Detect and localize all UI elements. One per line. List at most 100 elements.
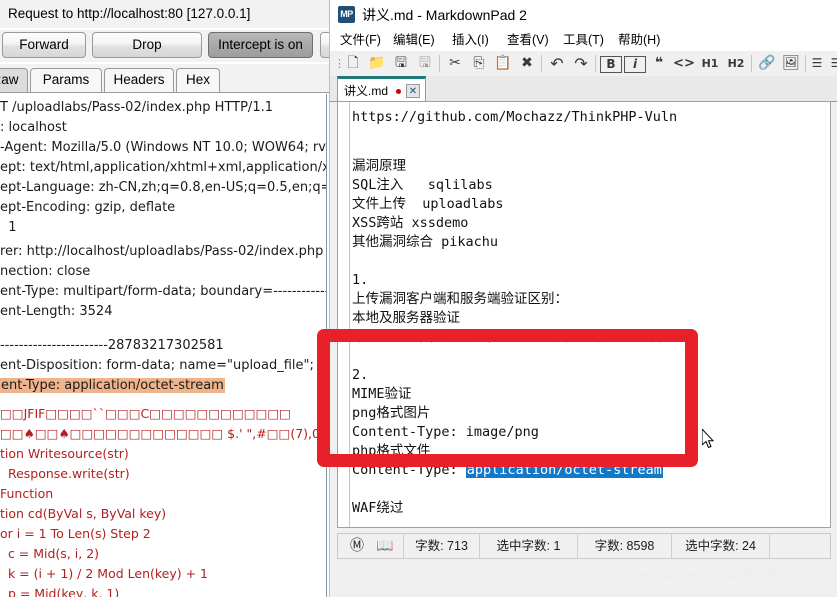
bold-icon[interactable]: B — [600, 56, 622, 73]
editor-line: 本地验证返回时间极短，可通过源代码查看到过滤代码 — [352, 329, 676, 345]
heading-1-icon[interactable]: H1 — [699, 53, 721, 74]
drop-button[interactable]: Drop — [92, 32, 202, 58]
editor-line: MIME验证 — [352, 386, 412, 402]
request-line: ent-Type: multipart/form-data; boundary=… — [0, 284, 326, 299]
editor-line: https://github.com/Mochazz/ThinkPHP-Vuln — [352, 109, 678, 125]
editor-line: 文件上传 uploadlabs — [352, 196, 504, 212]
toolbar-separator — [595, 55, 596, 72]
menu-bar: 文件(F) 编辑(E) 插入(I) 查看(V) 工具(T) 帮助(H) — [330, 30, 837, 52]
redo-arrow-icon[interactable]: ↷ — [570, 53, 592, 74]
request-line: ept-Language: zh-CN,zh;q=0.8,en-US;q=0.5… — [0, 180, 327, 195]
burp-raw-request-editor[interactable]: T /uploadlabs/Pass-02/index.php HTTP/1.1… — [0, 94, 327, 597]
document-tab-label: 讲义.md — [344, 84, 389, 98]
save-disk-icon[interactable]: 🖫 — [390, 53, 412, 74]
status-selected-count-preview: 选中字数: 24 — [672, 534, 770, 558]
tab-hex[interactable]: Hex — [176, 68, 220, 92]
heading-2-icon[interactable]: H2 — [725, 53, 747, 74]
delete-cross-icon[interactable]: ✖ — [516, 53, 538, 74]
menu-file[interactable]: 文件(F) — [340, 30, 381, 51]
status-word-count-editor: 字数: 713 — [404, 534, 480, 558]
code-brackets-icon[interactable]: <> — [673, 53, 695, 74]
request-line: ept: text/html,application/xhtml+xml,app… — [0, 160, 326, 175]
vbs-line: tion Writesource(str) — [0, 446, 129, 461]
window-title: 讲义.md - MarkdownPad 2 — [362, 7, 527, 23]
editor-line: 本地及服务器验证 — [352, 310, 460, 326]
tab-headers[interactable]: Headers — [104, 68, 174, 92]
toolbar-separator — [805, 55, 806, 72]
numbered-list-icon[interactable]: ☰ — [827, 53, 837, 74]
burp-suite-window: Request to http://localhost:80 [127.0.0.… — [0, 0, 336, 597]
close-tab-icon[interactable]: ✕ — [406, 84, 420, 98]
binary-jpeg-line: □□JFIF□□□□``□□□C□□□□□□□□□□□□ □ — [0, 406, 327, 421]
markdownpad-titlebar: MP 讲义.md - MarkdownPad 2 — [330, 0, 837, 30]
bulleted-list-icon[interactable]: ☰ — [808, 53, 826, 74]
vbs-line: p = Mid(key, k, 1) — [0, 586, 120, 597]
new-document-icon[interactable]: 🗋 — [342, 53, 364, 74]
link-chain-icon[interactable]: 🔗 — [756, 53, 778, 74]
editor-line: 上传漏洞客户端和服务端验证区别： — [352, 291, 568, 307]
binary-jpeg-line: □□♠□□♠□□□□□□□□□□□□□ $.' ",#□□(7),01444□'… — [0, 426, 326, 441]
toolbar-separator — [751, 55, 752, 72]
vbs-line: c = Mid(s, i, 2) — [0, 546, 100, 561]
editor-line: Content-Type: image/png — [352, 424, 539, 440]
vbs-line: Function — [0, 486, 54, 501]
toolbar-separator — [541, 55, 542, 72]
request-line: nection: close — [0, 264, 91, 279]
selected-text: application/octet-stream — [465, 462, 663, 478]
paste-clipboard-icon[interactable]: 📋 — [492, 53, 514, 74]
copy-icon[interactable]: ⎘ — [468, 53, 490, 74]
editor-line: 1. — [352, 272, 369, 288]
unsaved-changes-dot-icon — [396, 89, 401, 94]
tab-params[interactable]: Params — [30, 68, 102, 92]
editor-line: SQL注入 sqlilabs — [352, 177, 493, 193]
blockquote-icon[interactable]: ❝ — [649, 53, 669, 74]
italic-icon[interactable]: i — [624, 56, 646, 73]
editor-line: 2. — [352, 367, 369, 383]
request-line: -----------------------28783217302581 — [0, 338, 224, 353]
document-tab[interactable]: 讲义.md ✕ — [337, 76, 426, 101]
menu-edit[interactable]: 编辑(E) — [393, 30, 435, 51]
editor-gutter — [338, 102, 350, 527]
request-line: -Agent: Mozilla/5.0 (Windows NT 10.0; WO… — [0, 140, 326, 155]
vbs-line: tion cd(ByVal s, ByVal key) — [0, 506, 167, 521]
status-word-count-preview: 字数: 8598 — [578, 534, 672, 558]
scissors-cut-icon[interactable]: ✂ — [444, 53, 466, 74]
status-selected-count-editor: 选中字数: 1 — [480, 534, 578, 558]
vbs-line: k = (i + 1) / 2 Mod Len(key) + 1 — [0, 566, 208, 581]
request-line: ent-Length: 3524 — [0, 304, 113, 319]
toolbar-separator — [439, 55, 440, 72]
editor-line: 漏洞原理 — [352, 158, 406, 174]
highlight-span: ent-Type: application/octet-stream — [0, 378, 225, 393]
request-line: 1 — [0, 220, 17, 235]
editor-line-with-selection: Content-Type: application/octet-stream — [352, 461, 663, 480]
request-line: T /uploadlabs/Pass-02/index.php HTTP/1.1 — [0, 100, 273, 115]
status-icon-group — [338, 534, 404, 558]
menu-tools[interactable]: 工具(T) — [563, 30, 604, 51]
intercept-toggle-button[interactable]: Intercept is on — [208, 32, 313, 58]
menu-view[interactable]: 查看(V) — [507, 30, 549, 51]
markdownpad-app-icon: MP — [338, 6, 355, 23]
editor-line: 其他漏洞综合 pikachu — [352, 234, 499, 250]
editor-line: php格式文件 — [352, 443, 431, 459]
burp-button-row: Forward Drop Intercept is on Action — [0, 30, 336, 62]
tab-raw[interactable]: Raw — [0, 68, 28, 92]
request-line: : localhost — [0, 120, 67, 135]
request-line: ent-Disposition: form-data; name="upload… — [0, 358, 327, 373]
markdownpad-window: MP 讲义.md - MarkdownPad 2 文件(F) 编辑(E) 插入(… — [329, 0, 837, 597]
markdown-editor[interactable]: https://github.com/Mochazz/ThinkPHP-Vuln… — [337, 101, 831, 528]
forward-button[interactable]: Forward — [2, 32, 86, 58]
document-tab-bar: 讲义.md ✕ — [330, 76, 837, 102]
menu-help[interactable]: 帮助(H) — [618, 30, 660, 51]
vbs-line: or i = 1 To Len(s) Step 2 — [0, 526, 151, 541]
undo-arrow-icon[interactable]: ↶ — [546, 53, 568, 74]
status-bar: Ⓜ 📖 字数: 713 选中字数: 1 字数: 8598 选中字数: 24 — [337, 533, 831, 559]
content-type-highlighted-line: ent-Type: application/octet-stream — [0, 378, 225, 394]
toolbar: ⋮ 🗋 📁 🖫 🖫 ✂ ⎘ 📋 ✖ ↶ ↷ B i ❝ <> H1 H2 🔗 🖼… — [330, 51, 837, 77]
open-folder-icon[interactable]: 📁 — [366, 53, 388, 74]
toolbar-grip-icon[interactable]: ⋮ — [334, 53, 345, 74]
save-all-icon[interactable]: 🖫 — [414, 53, 436, 74]
mouse-cursor-icon — [702, 429, 715, 449]
image-picture-icon[interactable]: 🖼 — [780, 53, 802, 74]
editor-line: XSS跨站 xssdemo — [352, 215, 469, 231]
menu-insert[interactable]: 插入(I) — [452, 30, 489, 51]
